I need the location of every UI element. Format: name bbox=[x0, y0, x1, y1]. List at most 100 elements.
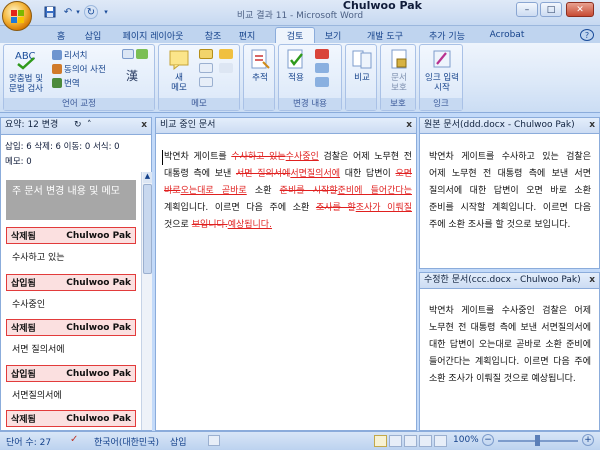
tab-references[interactable]: 참조 bbox=[198, 27, 228, 43]
thesaurus-button[interactable]: 동의어 사전 bbox=[52, 63, 106, 75]
compared-pane-title: 비교 중인 문서 bbox=[160, 120, 216, 130]
undo-dropdown-icon[interactable]: ▾ bbox=[74, 5, 82, 19]
translate-icon bbox=[52, 78, 62, 88]
accept-label: 적용 bbox=[288, 73, 304, 83]
main-document-heading: 주 문서 변경 내용 및 메모 bbox=[6, 180, 136, 220]
revision-header[interactable]: 삽입됨 Chulwoo Pak bbox=[6, 274, 136, 291]
ink-pen-button[interactable] bbox=[219, 49, 233, 59]
original-pane-title: 원본 문서(ddd.docx - Chulwoo Pak) bbox=[424, 120, 575, 130]
reviewing-stats-line1: 삽입: 6 삭제: 6 이동: 0 서식: 0 bbox=[5, 142, 120, 152]
translate-button[interactable]: 번역 bbox=[52, 77, 80, 89]
redo-icon[interactable]: ↻ bbox=[84, 5, 98, 19]
track-changes-button[interactable]: 추적 bbox=[246, 48, 274, 83]
proofing-status-icon[interactable]: ✓ bbox=[70, 434, 78, 445]
previous-change-button[interactable] bbox=[315, 63, 329, 73]
delete-comment-button[interactable] bbox=[199, 49, 213, 59]
group-tracking: 추적 bbox=[243, 44, 275, 111]
office-button[interactable] bbox=[2, 1, 32, 31]
zoom-out-icon[interactable]: − bbox=[482, 434, 494, 446]
tab-page-layout[interactable]: 페이지 레이아웃 bbox=[112, 27, 194, 43]
next-change-button[interactable] bbox=[315, 77, 329, 87]
protect-document-button[interactable]: 문서 보호 bbox=[383, 48, 415, 93]
previous-change-icon bbox=[315, 63, 329, 73]
web-layout-icon[interactable] bbox=[404, 435, 417, 447]
outline-view-icon[interactable] bbox=[419, 435, 432, 447]
group-compare-label bbox=[346, 98, 376, 110]
revision-author: Chulwoo Pak bbox=[66, 413, 131, 424]
compared-pane-close-icon[interactable]: x bbox=[406, 118, 412, 133]
prev-comment-button[interactable] bbox=[199, 63, 213, 73]
minimize-button[interactable]: – bbox=[516, 2, 538, 17]
tab-developer[interactable]: 개발 도구 bbox=[358, 27, 412, 43]
start-inking-icon bbox=[433, 50, 451, 68]
revision-header[interactable]: 삭제됨 Chulwoo Pak bbox=[6, 410, 136, 427]
eraser-icon bbox=[219, 63, 233, 73]
tab-add-ins[interactable]: 추가 기능 bbox=[420, 27, 474, 43]
revised-document-text[interactable]: 박연차 게이트를 수사중인 검찰은 어제 노무현 전 대통령 측에 보낸 서면질… bbox=[429, 303, 591, 388]
save-icon[interactable] bbox=[42, 5, 58, 19]
zoom-level[interactable]: 100% bbox=[453, 435, 479, 445]
tab-home[interactable]: 홈 bbox=[47, 27, 75, 43]
tab-acrobat[interactable]: Acrobat bbox=[485, 27, 529, 43]
unchanged-text: 계획입니다. 이르면 다음 주에 소환 bbox=[164, 203, 316, 213]
unchanged-text: 대한 답변이 bbox=[340, 169, 396, 179]
revision-author: Chulwoo Pak bbox=[66, 322, 131, 333]
macro-record-icon[interactable] bbox=[208, 435, 220, 446]
insert-mode[interactable]: 삽입 bbox=[170, 435, 187, 448]
tab-mailings[interactable]: 편지 bbox=[232, 27, 262, 43]
reject-button[interactable] bbox=[315, 49, 329, 59]
revision-header[interactable]: 삭제됨 Chulwoo Pak bbox=[6, 227, 136, 244]
language-status[interactable]: 한국어(대한민국) bbox=[94, 435, 159, 448]
qat-customize-icon[interactable]: ▾ bbox=[102, 5, 110, 19]
compare-icon bbox=[352, 50, 372, 69]
language-icons[interactable] bbox=[122, 49, 148, 59]
tab-review[interactable]: 검토 bbox=[275, 27, 315, 43]
hanja-button[interactable]: 漢 bbox=[126, 67, 138, 84]
accept-button[interactable]: 적용 bbox=[281, 48, 311, 83]
help-icon[interactable]: ? bbox=[580, 29, 594, 41]
scroll-up-icon[interactable]: ▲ bbox=[143, 172, 152, 183]
spelling-button[interactable]: ABC 맞춤법 및 문법 검사 bbox=[8, 48, 44, 94]
revision-text: 수사하고 있는 bbox=[12, 253, 65, 263]
refresh-icon[interactable]: ↻ bbox=[74, 118, 82, 133]
next-comment-button[interactable] bbox=[199, 77, 213, 87]
inserted-text: 조사가 이뤄질 bbox=[355, 203, 412, 213]
maximize-button[interactable]: □ bbox=[540, 2, 562, 17]
full-screen-reading-icon[interactable] bbox=[389, 435, 402, 447]
print-layout-view-icon[interactable] bbox=[374, 435, 387, 447]
draft-view-icon[interactable] bbox=[434, 435, 447, 447]
group-compare: 비교 bbox=[345, 44, 377, 111]
new-comment-button[interactable]: 새 메모 bbox=[163, 48, 195, 93]
start-inking-button[interactable]: 잉크 입력 시작 bbox=[422, 48, 462, 93]
zoom-slider-thumb[interactable] bbox=[535, 435, 540, 446]
tab-insert[interactable]: 삽입 bbox=[78, 27, 108, 43]
revision-header[interactable]: 삽입됨 Chulwoo Pak bbox=[6, 365, 136, 382]
revision-header[interactable]: 삭제됨 Chulwoo Pak bbox=[6, 319, 136, 336]
scroll-thumb[interactable] bbox=[143, 184, 152, 274]
track-changes-icon bbox=[251, 49, 270, 69]
close-button[interactable]: ✕ bbox=[566, 2, 594, 17]
pen-icon bbox=[219, 49, 233, 59]
previous-comment-icon bbox=[199, 63, 213, 73]
word-count[interactable]: 단어 수: 27 bbox=[6, 435, 51, 448]
revision-type: 삭제됨 bbox=[11, 232, 36, 242]
unchanged-text: 박연차 게이트를 bbox=[164, 152, 232, 162]
reviewing-scrollbar[interactable]: ▲ bbox=[141, 172, 152, 430]
ink-eraser-button[interactable] bbox=[219, 63, 233, 73]
group-ink-label: 잉크 bbox=[420, 98, 462, 110]
tab-view[interactable]: 보기 bbox=[318, 27, 348, 43]
original-document-text[interactable]: 박연차 게이트를 수사하고 있는 검찰은 어제 노무현 전 대통령 측에 보낸 … bbox=[429, 149, 591, 234]
revision-type: 삭제됨 bbox=[11, 415, 36, 425]
research-button[interactable]: 리서치 bbox=[52, 49, 87, 61]
unchanged-text: 것으로 bbox=[164, 220, 192, 230]
compare-button[interactable]: 비교 bbox=[348, 48, 376, 83]
reviewing-stats-line2: 메모: 0 bbox=[5, 157, 32, 167]
revised-pane-close-icon[interactable]: x bbox=[589, 273, 595, 288]
compared-document-text[interactable]: 박연차 게이트를 수사하고 있는수사중인 검찰은 어제 노무현 전 대통령 측에… bbox=[164, 149, 412, 234]
research-label: 리서치 bbox=[64, 51, 88, 61]
original-pane-close-icon[interactable]: x bbox=[589, 118, 595, 133]
collapse-icon[interactable]: ˄ bbox=[87, 118, 92, 133]
group-tracking-label bbox=[244, 98, 274, 110]
reviewing-pane-close-icon[interactable]: x bbox=[141, 118, 147, 133]
zoom-in-icon[interactable]: + bbox=[582, 434, 594, 446]
